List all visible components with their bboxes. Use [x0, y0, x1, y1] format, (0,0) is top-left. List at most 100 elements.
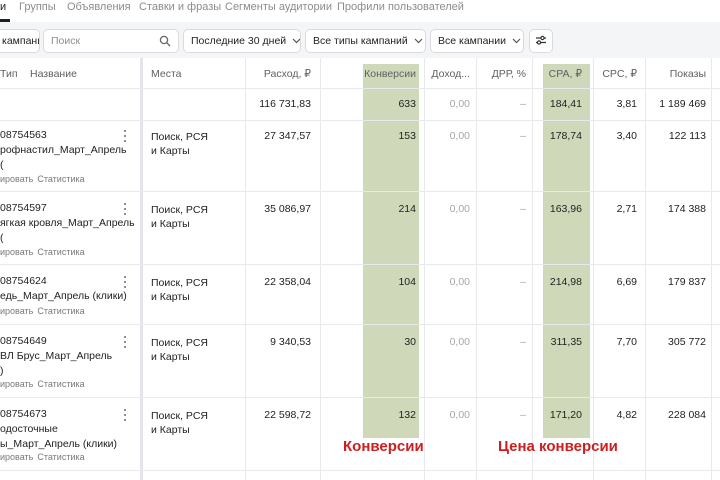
campaign-name[interactable]: одосточные ы_Март_Апрель (клики) [0, 422, 130, 452]
more-icon[interactable] [122, 129, 128, 143]
cpc-cell: 7,70 [616, 336, 637, 348]
column-header-type[interactable]: Тип [0, 68, 18, 80]
places-line: и Карты [151, 145, 190, 157]
campaigns-select[interactable]: Все кампании [430, 29, 524, 53]
drr-cell: – [520, 276, 526, 288]
places-line: Поиск, РСЯ [151, 204, 208, 216]
spend-cell: 22 598,72 [264, 409, 311, 421]
total-drr: – [520, 98, 526, 110]
edit-link[interactable]: ировать [0, 247, 33, 257]
column-header-cpc[interactable]: CPC, ₽ [586, 68, 637, 80]
add-campaign-button[interactable]: кампанию [0, 29, 40, 53]
column-divider [320, 58, 321, 480]
income-cell: 0,00 [449, 203, 470, 215]
statistics-link[interactable]: Статистика [37, 247, 84, 257]
filter-settings-button[interactable] [529, 29, 553, 53]
impressions-cell: 228 084 [668, 409, 706, 421]
search-input[interactable]: Поиск [43, 29, 179, 53]
search-icon [159, 35, 171, 47]
places-line: Поиск, РСЯ [151, 277, 208, 289]
cpa-annotation: Цена конверсии [498, 438, 618, 455]
column-header-spend[interactable]: Расход, ₽ [246, 68, 311, 80]
conversions-cell: 153 [398, 130, 416, 142]
cpc-cell: 6,69 [616, 276, 637, 288]
places-cell: Поиск, РСЯ и Карты [151, 276, 208, 304]
cpa-cell: 214,98 [549, 276, 582, 288]
total-spend: 116 731,83 [259, 98, 311, 110]
places-cell: Поиск, РСЯ и Карты [151, 130, 208, 158]
tab-user-profiles[interactable]: Профили пользователей [337, 1, 464, 13]
places-cell: Поиск, РСЯ и Карты [151, 409, 208, 437]
campaign-id[interactable]: 08754673 [0, 408, 47, 420]
income-cell: 0,00 [449, 336, 470, 348]
total-conversions: 633 [398, 98, 416, 110]
column-header-impressions[interactable]: Показы [636, 68, 706, 80]
conversions-cell: 214 [398, 203, 416, 215]
drr-cell: – [520, 203, 526, 215]
column-header-cpa[interactable]: CPA, ₽ [532, 68, 582, 80]
impressions-cell: 122 113 [668, 130, 706, 142]
chevron-down-icon [506, 38, 521, 44]
spend-cell: 35 086,97 [264, 203, 311, 215]
edit-link[interactable]: ировать [0, 306, 33, 316]
spend-cell: 27 347,57 [264, 130, 311, 142]
column-header-name[interactable]: Название [30, 68, 77, 80]
statistics-link[interactable]: Статистика [37, 174, 84, 184]
income-cell: 0,00 [449, 276, 470, 288]
statistics-link[interactable]: Статистика [37, 306, 84, 316]
campaign-name-line: ы_Март_Апрель (клики) [0, 438, 118, 450]
edit-link[interactable]: ировать [0, 452, 33, 462]
conversions-cell: 104 [398, 276, 416, 288]
more-icon[interactable] [122, 202, 128, 216]
tab-bids-phrases[interactable]: Ставки и фразы [139, 1, 221, 13]
column-header-drr[interactable]: ДРР, % [476, 68, 526, 80]
column-header-conversions[interactable]: Конверсии [340, 68, 416, 80]
period-select[interactable]: Последние 30 дней [183, 29, 301, 53]
cpa-cell: 171,20 [549, 409, 582, 421]
campaign-name-line: одосточные [0, 423, 58, 435]
tab-ads[interactable]: Объявления [67, 1, 131, 13]
tab-campaigns[interactable]: и [0, 1, 6, 13]
campaign-name[interactable]: ВЛ Брус_Март_Апрель ) [0, 349, 130, 379]
more-icon[interactable] [122, 275, 128, 289]
statistics-link[interactable]: Статистика [37, 379, 84, 389]
places-line: и Карты [151, 218, 190, 230]
row-divider [0, 324, 720, 325]
row-divider [0, 264, 720, 265]
campaign-name-line: ВЛ Брус_Март_Апрель [0, 350, 113, 362]
tab-groups[interactable]: Группы [19, 1, 56, 13]
campaign-name-line: ( [0, 232, 4, 244]
cpc-cell: 4,82 [616, 409, 637, 421]
edit-link[interactable]: ировать [0, 379, 33, 389]
column-divider [140, 58, 143, 480]
campaign-tabs: и Группы Объявления Ставки и фразы Сегме… [0, 0, 720, 22]
campaign-name[interactable]: ягкая кровля_Март_Апрель ( [0, 216, 135, 246]
row-links: ировать Статистика [0, 379, 89, 389]
filter-bar: кампанию Поиск Последние 30 дней Все тип… [0, 22, 720, 58]
statistics-link[interactable]: Статистика [37, 452, 84, 462]
campaign-id[interactable]: 08754624 [0, 275, 47, 287]
campaign-name-line: едь_Март_Апрель (клики) [0, 290, 127, 302]
column-header-income[interactable]: Доход... [420, 68, 470, 80]
campaign-name[interactable]: едь_Март_Апрель (клики) [0, 289, 130, 304]
row-divider [0, 191, 720, 192]
tab-audience-segments[interactable]: Сегменты аудитории [225, 1, 332, 13]
row-links: ировать Статистика [0, 174, 89, 184]
spend-cell: 9 340,53 [270, 336, 311, 348]
campaign-name[interactable]: рофнастил_Март_Апрель ( [0, 143, 130, 173]
campaign-id[interactable]: 08754649 [0, 335, 47, 347]
income-cell: 0,00 [449, 409, 470, 421]
period-label: Последние 30 дней [191, 35, 287, 47]
more-icon[interactable] [122, 335, 128, 349]
edit-link[interactable]: ировать [0, 174, 33, 184]
column-header-places[interactable]: Места [151, 68, 182, 80]
campaign-types-select[interactable]: Все типы кампаний [305, 29, 426, 53]
places-cell: Поиск, РСЯ и Карты [151, 203, 208, 231]
places-line: Поиск, РСЯ [151, 131, 208, 143]
cpc-cell: 2,71 [616, 203, 637, 215]
campaign-id[interactable]: 08754597 [0, 202, 47, 214]
more-icon[interactable] [122, 408, 128, 422]
drr-cell: – [520, 409, 526, 421]
campaign-id[interactable]: 08754563 [0, 129, 47, 141]
total-income: 0,00 [449, 98, 470, 110]
